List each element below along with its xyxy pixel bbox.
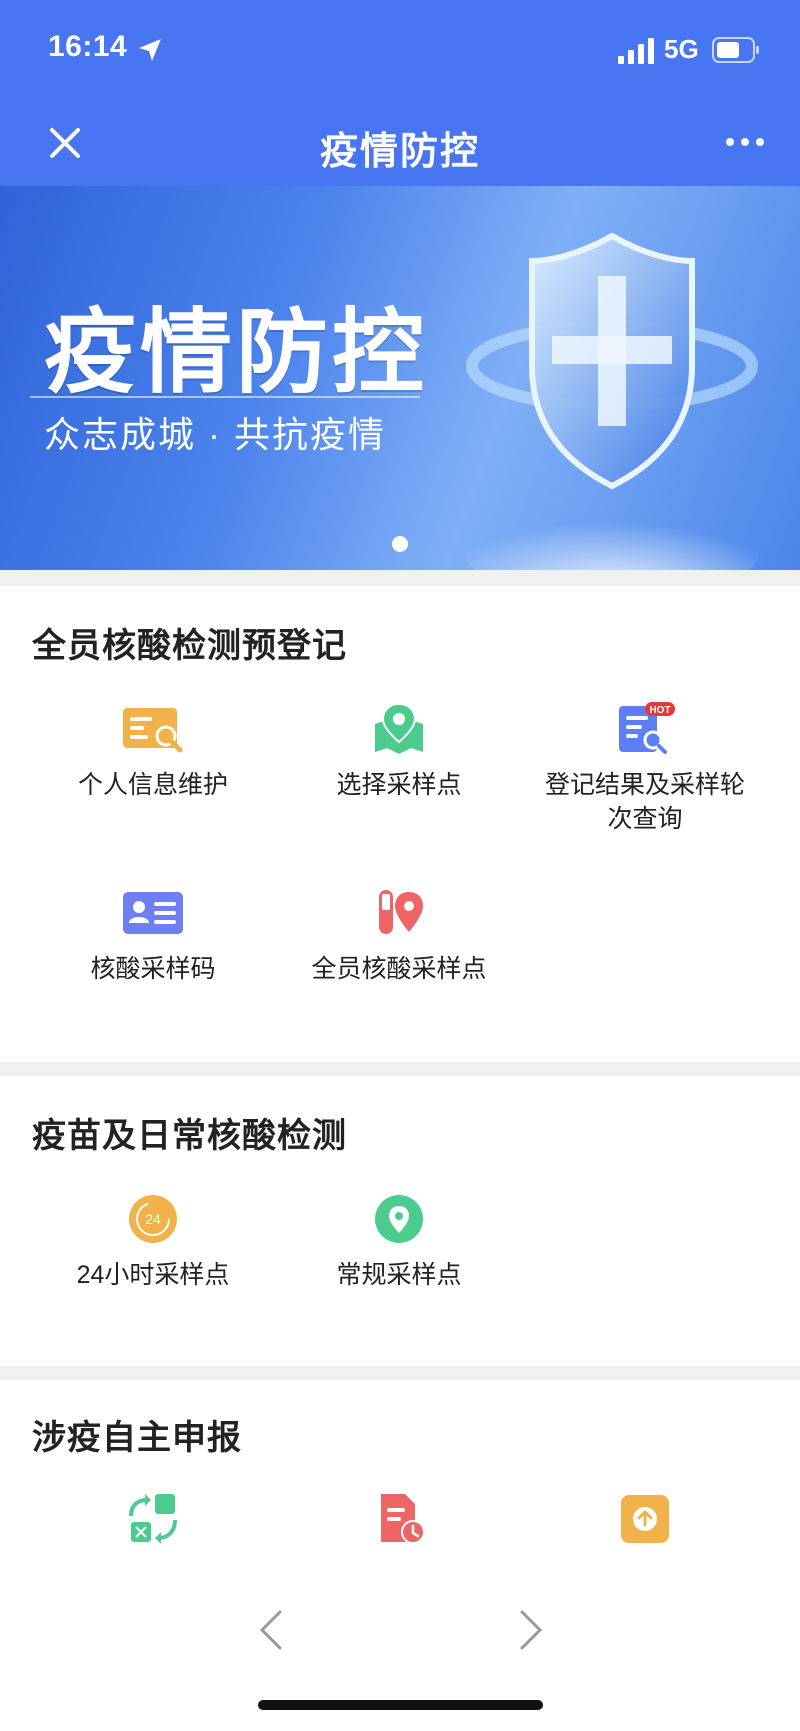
personal-info-button[interactable]: 个人信息维护 bbox=[20, 702, 286, 802]
back-arrow-icon[interactable] bbox=[256, 1608, 286, 1652]
location-arrow-icon bbox=[139, 39, 161, 61]
home-indicator[interactable] bbox=[258, 1700, 543, 1710]
swap-icon bbox=[129, 1494, 177, 1544]
personal-info-label: 个人信息维护 bbox=[77, 771, 228, 799]
status-bar: 16:14 5G bbox=[0, 0, 800, 100]
more-icon[interactable] bbox=[720, 120, 770, 166]
swap-report-button[interactable] bbox=[20, 1492, 286, 1546]
id-card-search-icon bbox=[123, 708, 183, 753]
document-clock-icon bbox=[381, 1494, 425, 1544]
select-site-button[interactable]: 选择采样点 bbox=[266, 702, 532, 802]
section-title: 疫苗及日常核酸检测 bbox=[32, 1117, 347, 1155]
test-tube-pin-icon bbox=[379, 890, 423, 934]
site-24h-button[interactable]: 24 24小时采样点 bbox=[20, 1192, 286, 1292]
hot-badge-text: HOT bbox=[649, 705, 670, 716]
section-self-report: 涉疫自主申报 bbox=[0, 1380, 800, 1731]
section-registration: 全员核酸检测预登记 个人信息维护 选择采样点 HOT 登记结果及采样轮次查询 核… bbox=[0, 586, 800, 1062]
map-pin-icon bbox=[375, 702, 423, 754]
page-title: 疫情防控 bbox=[319, 131, 480, 173]
all-staff-sites-label: 全员核酸采样点 bbox=[311, 955, 487, 983]
id-card-icon bbox=[123, 892, 183, 934]
location-pin-icon bbox=[375, 1195, 423, 1243]
forward-arrow-icon[interactable] bbox=[516, 1608, 546, 1652]
nav-bar: 疫情防控 bbox=[0, 100, 800, 186]
section-title: 全员核酸检测预登记 bbox=[32, 627, 347, 665]
network-type: 5G bbox=[664, 34, 699, 64]
query-results-button[interactable]: HOT 登记结果及采样轮次查询 bbox=[512, 702, 778, 836]
battery-icon bbox=[712, 37, 759, 63]
banner-carousel[interactable]: 疫情防控 众志成城 · 共抗疫情 bbox=[0, 186, 800, 570]
all-staff-sites-button[interactable]: 全员核酸采样点 bbox=[266, 886, 532, 986]
document-search-icon: HOT bbox=[619, 702, 675, 754]
section-title: 涉疫自主申报 bbox=[32, 1419, 242, 1457]
banner-title: 疫情防控 bbox=[44, 302, 429, 404]
sampling-code-label: 核酸采样码 bbox=[90, 955, 216, 983]
select-site-label: 选择采样点 bbox=[336, 771, 462, 799]
query-results-label: 登记结果及采样轮次查询 bbox=[545, 771, 746, 833]
banner-subtitle: 众志成城 · 共抗疫情 bbox=[44, 414, 386, 455]
banner-divider bbox=[30, 396, 420, 398]
section-vaccine: 疫苗及日常核酸检测 24 24小时采样点 常规采样点 bbox=[0, 1076, 800, 1366]
site-24h-label: 24小时采样点 bbox=[76, 1261, 230, 1289]
regular-site-label: 常规采样点 bbox=[336, 1261, 462, 1289]
regular-site-button[interactable]: 常规采样点 bbox=[266, 1192, 532, 1292]
clock-24-icon: 24 bbox=[129, 1195, 177, 1243]
top-bar: 16:14 5G 疫情防控 bbox=[0, 0, 800, 186]
upload-report-button[interactable] bbox=[512, 1492, 778, 1546]
clock-24-text: 24 bbox=[145, 1211, 161, 1227]
carousel-indicator[interactable] bbox=[392, 536, 408, 552]
signal-icon bbox=[618, 38, 654, 64]
document-report-button[interactable] bbox=[266, 1492, 532, 1546]
sampling-code-button[interactable]: 核酸采样码 bbox=[20, 886, 286, 986]
status-time: 16:14 bbox=[48, 30, 128, 63]
shield-icon bbox=[462, 232, 762, 570]
upload-icon bbox=[621, 1495, 669, 1543]
